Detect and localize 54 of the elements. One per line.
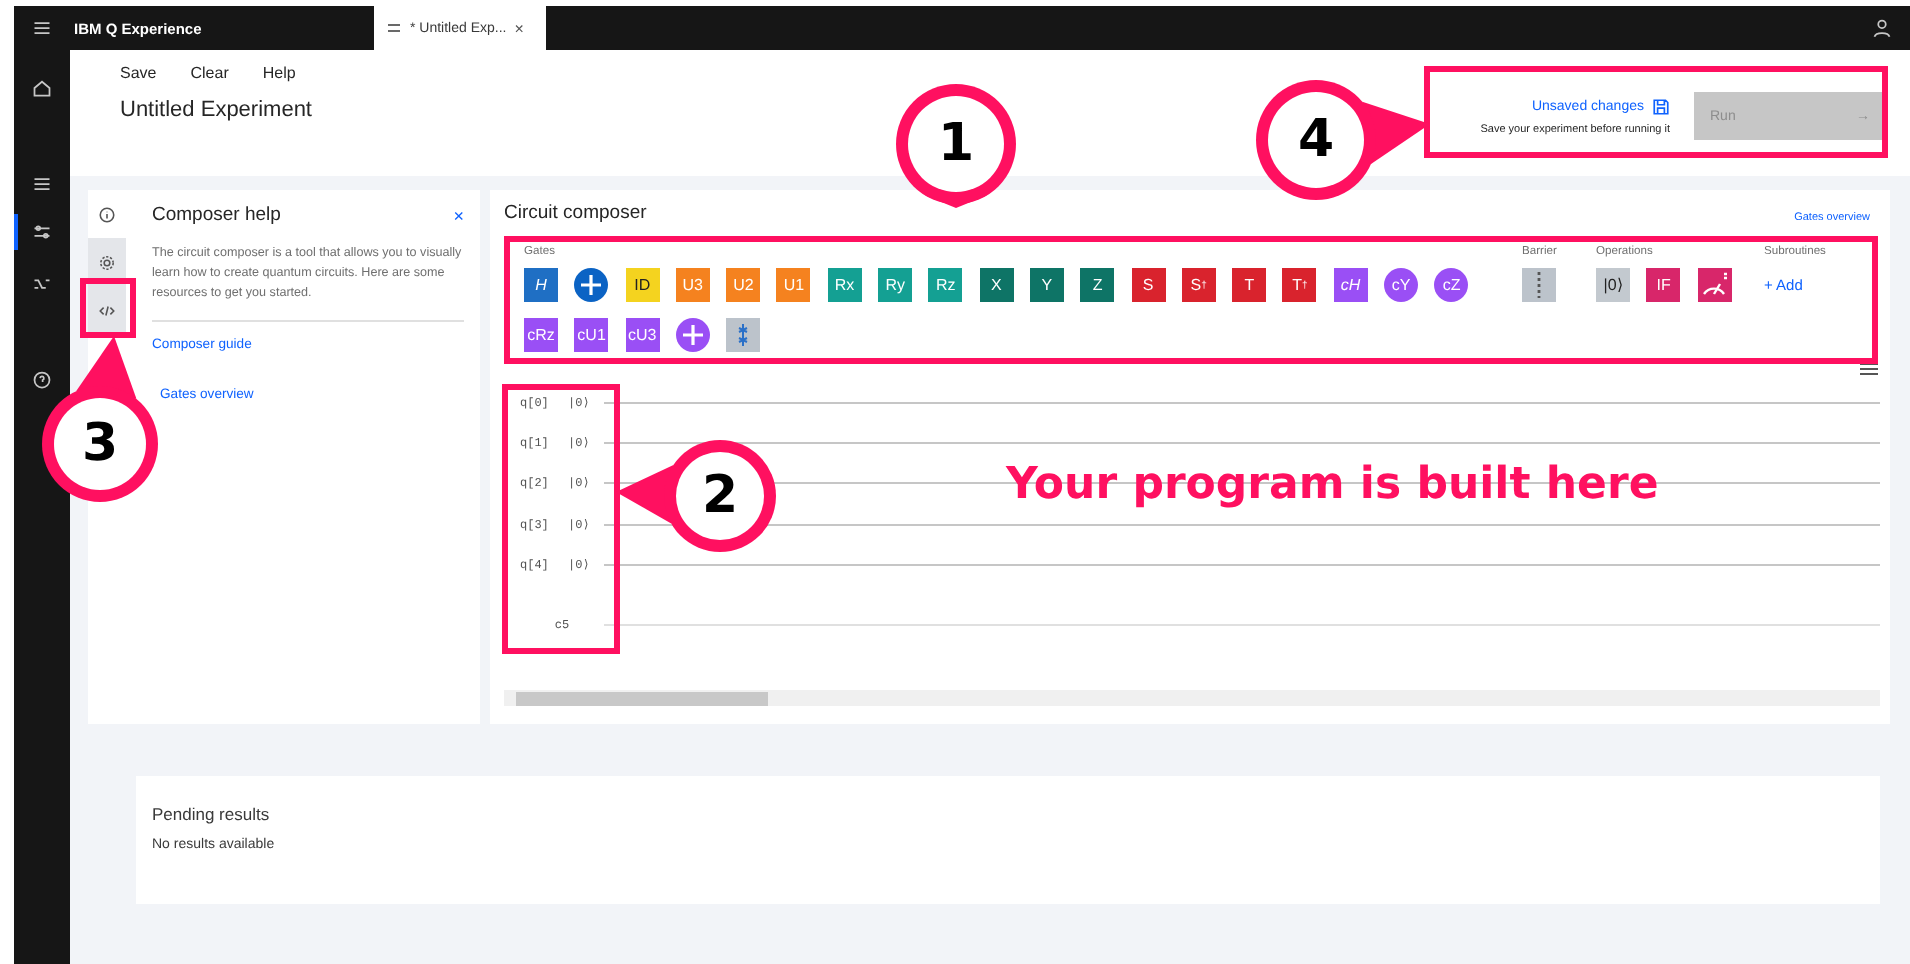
- numbered-callout: 2: [616, 434, 782, 558]
- save-icon[interactable]: [1652, 97, 1670, 115]
- panel-title: Composer help: [152, 204, 281, 226]
- home-icon: [32, 78, 52, 98]
- gate-tile[interactable]: Rx: [827, 268, 862, 302]
- annotation-caption: Your program is built here: [1006, 460, 1659, 510]
- gate-tile[interactable]: ID: [625, 268, 660, 302]
- menu-icon[interactable]: [1860, 362, 1878, 376]
- gate-tile[interactable]: U3: [675, 268, 710, 302]
- plus-gate-icon[interactable]: [574, 268, 609, 302]
- gate-tile[interactable]: cZ: [1434, 268, 1469, 302]
- numbered-callout: 4: [1250, 74, 1430, 206]
- gate-tile[interactable]: Z: [1080, 268, 1115, 302]
- gate-tile[interactable]: |0⟩: [1596, 268, 1630, 302]
- gate-tile[interactable]: H: [524, 268, 558, 302]
- plus-gate-icon[interactable]: [675, 318, 710, 352]
- menu-item[interactable]: Save: [120, 64, 157, 82]
- close-icon[interactable]: ×: [453, 205, 464, 225]
- sliders-icon: [386, 20, 402, 36]
- card-title: Pending results: [152, 804, 272, 824]
- gate-tile[interactable]: U1: [776, 268, 811, 302]
- numbered-callout: 1: [890, 78, 1022, 210]
- gate-tile[interactable]: S: [1131, 268, 1166, 302]
- user-icon: [1872, 18, 1892, 38]
- swap-gate-icon[interactable]: [726, 318, 761, 352]
- gate-tile[interactable]: IF: [1646, 268, 1681, 302]
- menu-icon: [32, 18, 52, 38]
- settings-icon: [98, 253, 116, 271]
- info-icon: [98, 205, 116, 223]
- panel-tab[interactable]: [88, 286, 126, 334]
- gate-tile[interactable]: Ry: [878, 268, 913, 302]
- measure-gate-icon[interactable]: [1697, 268, 1732, 302]
- gate-tile[interactable]: cH: [1333, 268, 1368, 302]
- code-icon: [98, 301, 116, 319]
- panel-title: Circuit composer: [504, 202, 647, 224]
- close-icon[interactable]: ×: [514, 19, 524, 37]
- help-icon: [32, 370, 52, 390]
- gate-tile[interactable]: X: [979, 268, 1014, 302]
- experiment-title: Untitled Experiment: [120, 98, 312, 122]
- gate-tile[interactable]: cRz: [524, 318, 558, 352]
- horizontal-scrollbar[interactable]: [504, 690, 1880, 707]
- menu-item[interactable]: Help: [262, 64, 296, 82]
- gate-tile[interactable]: Y: [1029, 268, 1064, 302]
- gate-tile[interactable]: Rz: [928, 268, 963, 302]
- barrier-gate-icon[interactable]: [1522, 268, 1556, 302]
- list-icon: [32, 174, 52, 194]
- gate-tile[interactable]: cU3: [625, 318, 660, 352]
- sliders-icon: [32, 222, 52, 242]
- menu-item[interactable]: Clear: [190, 64, 229, 82]
- gate-tile[interactable]: cU1: [574, 318, 609, 352]
- wave-icon: [32, 274, 52, 294]
- gate-tile[interactable]: cY: [1384, 268, 1419, 302]
- gate-tile[interactable]: T: [1232, 268, 1267, 302]
- gate-tile[interactable]: U2: [726, 268, 761, 302]
